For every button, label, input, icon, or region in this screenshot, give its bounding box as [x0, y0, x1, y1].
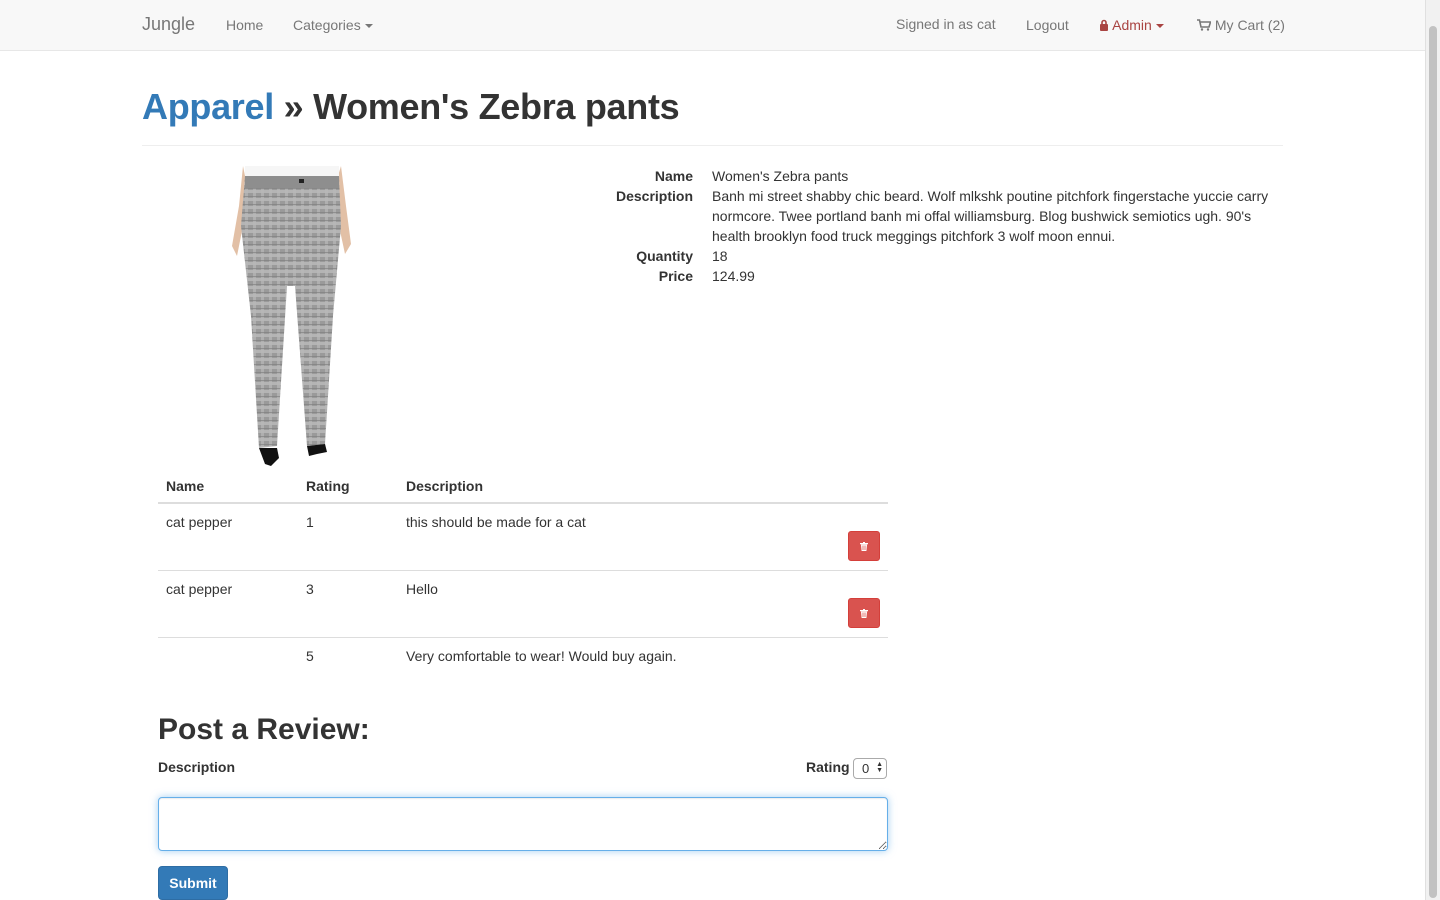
quantity-value: 18: [712, 248, 728, 264]
review-description: Hello: [406, 581, 438, 597]
category-link[interactable]: Apparel: [142, 86, 274, 127]
review-rating: 1: [306, 514, 314, 530]
trash-icon: [860, 541, 868, 551]
nav-logout-link[interactable]: Logout: [1026, 17, 1069, 33]
review-description: this should be made for a cat: [406, 514, 586, 530]
product-name-value: Women's Zebra pants: [712, 168, 849, 184]
trash-icon: [860, 608, 868, 618]
review-description: Very comfortable to wear! Would buy agai…: [406, 648, 677, 664]
review-rating: 3: [306, 581, 314, 597]
row-divider: [158, 570, 888, 571]
stepper-arrows-icon: ▲ ▼: [876, 761, 883, 774]
shopping-cart-icon: [1197, 19, 1212, 31]
review-description-label: Description: [158, 759, 236, 775]
column-header-name: Name: [166, 478, 205, 494]
lock-icon: [1100, 19, 1108, 31]
table-header-divider: [158, 502, 888, 504]
delete-review-button[interactable]: [848, 598, 880, 628]
chevron-down-icon: [364, 24, 373, 29]
submit-button[interactable]: Submit: [158, 866, 228, 900]
product-title: Women's Zebra pants: [313, 86, 680, 127]
quantity-label: Quantity: [636, 248, 693, 264]
delete-review-button[interactable]: [848, 531, 880, 561]
price-value: 124.99: [712, 268, 755, 284]
page-title: Apparel » Women's Zebra pants: [142, 84, 1283, 130]
review-form-heading: Post a Review:: [158, 713, 370, 746]
nav-home-link[interactable]: Home: [226, 17, 263, 33]
column-header-description: Description: [406, 478, 484, 494]
description-label: Description: [615, 188, 693, 204]
review-rating-label: Rating: [806, 759, 850, 775]
top-navbar: Jungle Home Categories Signed in as cat …: [0, 0, 1425, 51]
nav-categories-label: Categories: [293, 17, 361, 33]
review-name: cat pepper: [166, 514, 233, 530]
nav-admin-label: Admin: [1112, 17, 1152, 33]
product-image: [232, 166, 351, 466]
review-form: Post a Review: Description Rating 0 ▲ ▼ S…: [158, 710, 888, 900]
review-description-input[interactable]: [158, 797, 888, 851]
nav-categories-dropdown[interactable]: Categories: [293, 17, 373, 33]
nav-admin-dropdown[interactable]: Admin: [1099, 17, 1164, 33]
breadcrumb-separator: »: [283, 86, 304, 127]
brand-link[interactable]: Jungle: [142, 14, 195, 35]
nav-cart-link[interactable]: My Cart (2): [1197, 17, 1285, 33]
row-divider: [158, 637, 888, 638]
chevron-down-icon: [1155, 24, 1164, 29]
name-label: Name: [654, 168, 693, 184]
signed-in-text: Signed in as cat: [896, 16, 996, 32]
scrollbar-thumb[interactable]: [1429, 26, 1437, 898]
column-header-rating: Rating: [306, 478, 350, 494]
page-header: Apparel » Women's Zebra pants: [142, 84, 1283, 146]
product-description-value: Banh mi street shabby chic beard. Wolf m…: [712, 188, 1269, 244]
rating-select[interactable]: 0 ▲ ▼: [853, 758, 887, 779]
review-rating: 5: [306, 648, 314, 664]
rating-select-value: 0: [862, 761, 870, 776]
nav-cart-label: My Cart (2): [1214, 17, 1285, 33]
review-name: cat pepper: [166, 581, 233, 597]
price-label: Price: [658, 268, 693, 284]
